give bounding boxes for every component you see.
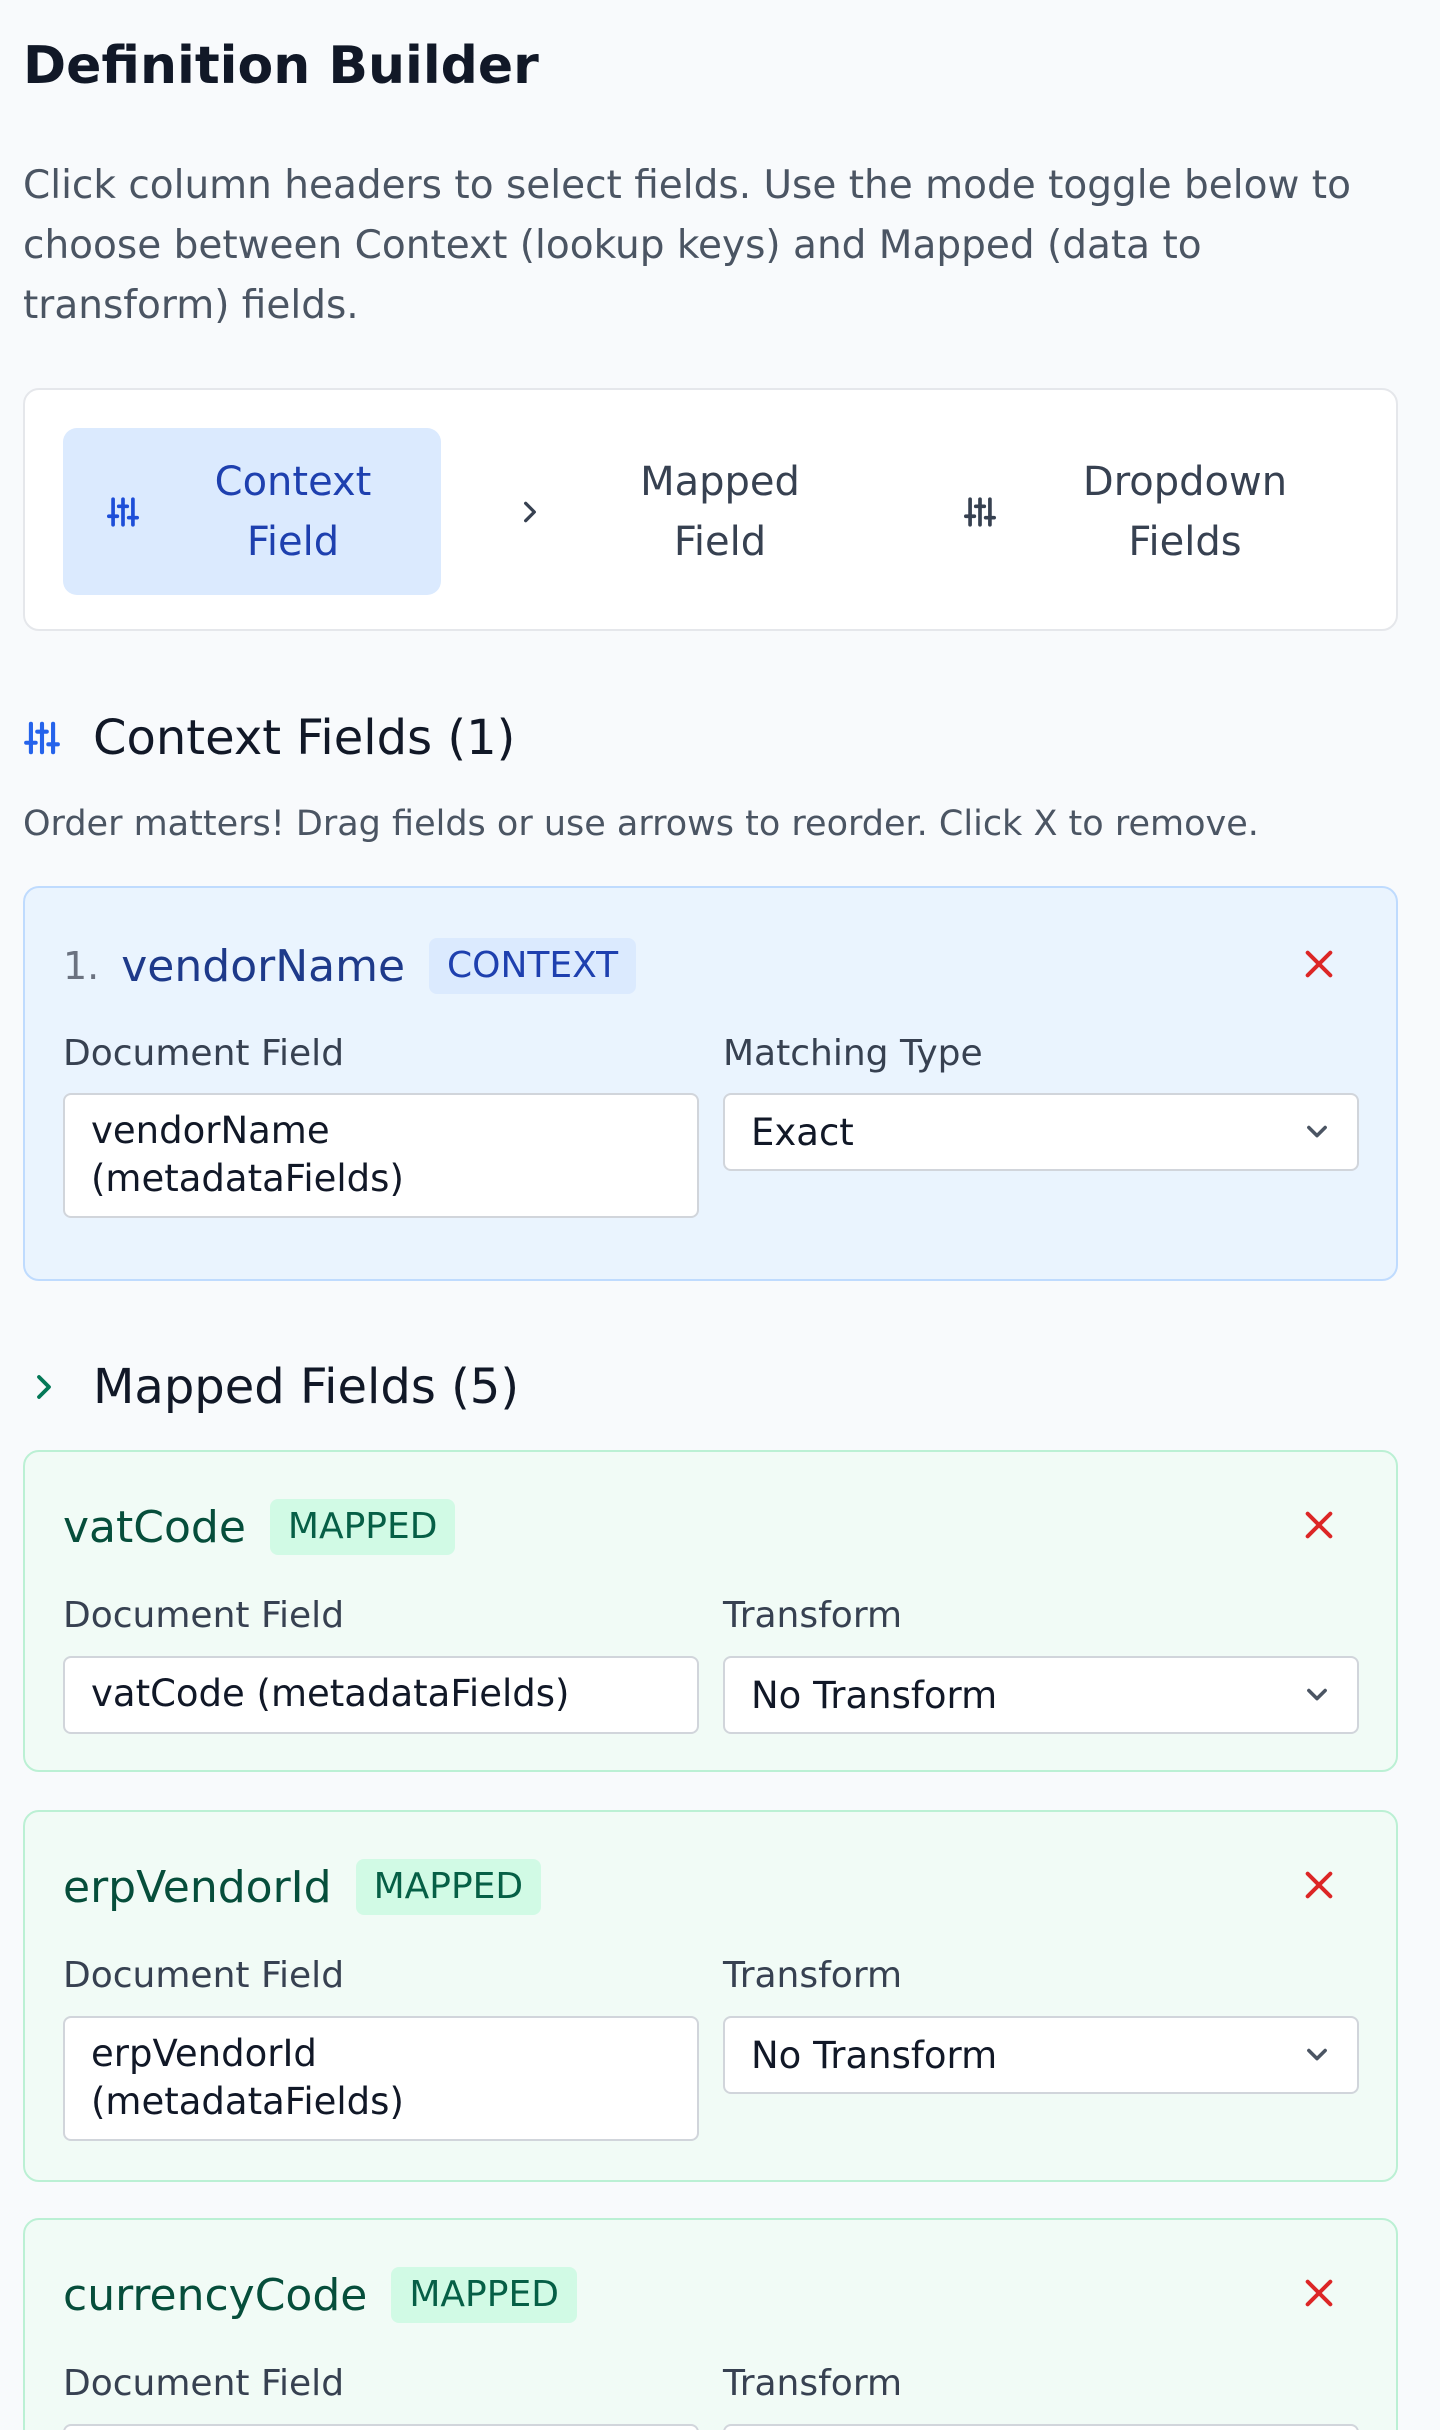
chevron-right-icon bbox=[505, 482, 555, 542]
card-header: erpVendorId MAPPED bbox=[63, 1857, 542, 1917]
transform-select[interactable] bbox=[723, 2424, 1359, 2430]
card-field-name: erpVendorId bbox=[63, 1861, 332, 1913]
chevron-down-icon bbox=[1303, 1111, 1331, 1154]
mapped-badge: MAPPED bbox=[269, 1499, 456, 1555]
transform-label: Transform bbox=[723, 2363, 903, 2404]
document-field-input[interactable] bbox=[63, 2424, 699, 2430]
mode-dropdown-label: Dropdown Fields bbox=[1082, 458, 1288, 565]
mapped-badge: MAPPED bbox=[355, 1859, 542, 1915]
card-field-name: currencyCode bbox=[63, 2269, 368, 2321]
document-field-label: Document Field bbox=[63, 1955, 345, 1996]
sliders-icon bbox=[103, 482, 143, 542]
mode-toggle: Context Field Mapped Field Dropdown Fiel… bbox=[23, 388, 1398, 631]
chevron-right-icon bbox=[23, 1372, 93, 1402]
card-field-name: vatCode bbox=[63, 1501, 246, 1553]
mapped-section-header: Mapped Fields (5) bbox=[23, 1355, 519, 1419]
close-icon bbox=[1302, 947, 1336, 985]
context-section-hint: Order matters! Drag fields or use arrows… bbox=[23, 804, 1259, 844]
mapped-badge: MAPPED bbox=[391, 2267, 577, 2323]
transform-value: No Transform bbox=[751, 2033, 998, 2077]
transform-value: No Transform bbox=[751, 1673, 998, 1717]
chevron-down-icon bbox=[1303, 1674, 1331, 1717]
close-icon bbox=[1302, 1868, 1336, 1906]
mode-context-field-button[interactable]: Context Field bbox=[63, 428, 441, 595]
card-header: 1. vendorName CONTEXT bbox=[63, 936, 637, 996]
mapped-field-card[interactable]: currencyCode MAPPED Document Field Trans… bbox=[23, 2218, 1398, 2430]
transform-label: Transform bbox=[723, 1595, 903, 1636]
mode-mapped-label: Mapped Field bbox=[640, 458, 800, 565]
document-field-input[interactable]: erpVendorId (metadataFields) bbox=[63, 2016, 699, 2141]
card-field-name: vendorName bbox=[121, 940, 406, 992]
mode-dropdown-fields-button[interactable]: Dropdown Fields bbox=[955, 428, 1375, 595]
page-description: Click column headers to select fields. U… bbox=[23, 163, 1351, 328]
remove-field-button[interactable] bbox=[1294, 1862, 1344, 1912]
definition-builder-page: Definition Builder Click column headers … bbox=[0, 0, 1440, 2430]
document-field-label: Document Field bbox=[63, 1595, 345, 1636]
context-section-title: Context Fields (1) bbox=[93, 710, 516, 766]
transform-select[interactable]: No Transform bbox=[723, 1656, 1359, 1734]
context-section-header: Context Fields (1) bbox=[23, 706, 515, 770]
transform-label: Transform bbox=[723, 1955, 903, 1996]
close-icon bbox=[1302, 2276, 1336, 2314]
document-field-label: Document Field bbox=[63, 2363, 345, 2404]
document-field-label: Document Field bbox=[63, 1033, 345, 1074]
context-field-card[interactable]: 1. vendorName CONTEXT Document Field ven… bbox=[23, 886, 1398, 1281]
page-title: Definition Builder bbox=[23, 36, 539, 96]
remove-field-button[interactable] bbox=[1294, 941, 1344, 991]
matching-type-label: Matching Type bbox=[723, 1033, 983, 1074]
mapped-field-card[interactable]: erpVendorId MAPPED Document Field erpVen… bbox=[23, 1810, 1398, 2182]
matching-type-select[interactable]: Exact bbox=[723, 1093, 1359, 1171]
remove-field-button[interactable] bbox=[1294, 1502, 1344, 1552]
chevron-down-icon bbox=[1303, 2034, 1331, 2077]
matching-type-value: Exact bbox=[751, 1110, 854, 1154]
mode-mapped-field-button[interactable]: Mapped Field bbox=[505, 428, 905, 595]
card-header: currencyCode MAPPED bbox=[63, 2265, 577, 2325]
mapped-field-card[interactable]: vatCode MAPPED Document Field vatCode (m… bbox=[23, 1450, 1398, 1772]
card-order-number: 1. bbox=[63, 944, 100, 988]
sliders-icon bbox=[23, 719, 93, 757]
document-field-input[interactable]: vendorName (metadataFields) bbox=[63, 1093, 699, 1218]
mapped-section-title: Mapped Fields (5) bbox=[93, 1359, 520, 1415]
document-field-input[interactable]: vatCode (metadataFields) bbox=[63, 1656, 699, 1734]
mode-context-label: Context Field bbox=[214, 458, 372, 565]
context-badge: CONTEXT bbox=[429, 938, 637, 994]
remove-field-button[interactable] bbox=[1294, 2270, 1344, 2320]
sliders-icon bbox=[955, 482, 1005, 542]
transform-select[interactable]: No Transform bbox=[723, 2016, 1359, 2094]
card-header: vatCode MAPPED bbox=[63, 1497, 456, 1557]
close-icon bbox=[1302, 1508, 1336, 1546]
